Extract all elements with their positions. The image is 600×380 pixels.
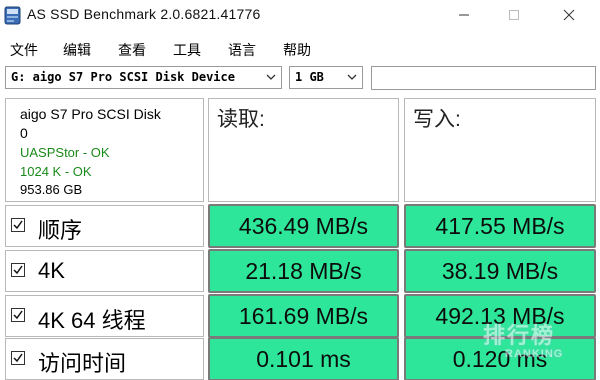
row-label: 4K 64 线程 bbox=[38, 308, 146, 333]
drive-model: aigo S7 Pro SCSI Disk bbox=[20, 106, 161, 122]
menu-tools[interactable]: 工具 bbox=[173, 40, 201, 60]
window-title: AS SSD Benchmark 2.0.6821.41776 bbox=[27, 6, 261, 22]
write-label: 写入: bbox=[413, 108, 461, 131]
toolbar-text-input[interactable] bbox=[371, 66, 596, 90]
row-seq: 顺序 bbox=[5, 205, 204, 247]
chevron-down-icon bbox=[266, 74, 276, 80]
row-access-time: 访问时间 bbox=[5, 338, 204, 380]
close-icon bbox=[563, 9, 575, 21]
menu-view[interactable]: 查看 bbox=[118, 40, 146, 60]
menu-edit[interactable]: 编辑 bbox=[63, 40, 91, 60]
row-label: 顺序 bbox=[38, 218, 83, 243]
drive-benchmark-icon bbox=[4, 6, 21, 25]
minimize-icon bbox=[459, 14, 469, 16]
menu-bar: 文件 编辑 查看 工具 语言 帮助 bbox=[0, 38, 600, 60]
seq-read-result: 436.49 MB/s bbox=[208, 204, 399, 248]
4k-write-result: 38.19 MB/s bbox=[404, 249, 596, 293]
watermark-sub: RANKING bbox=[505, 348, 564, 360]
read-column-header: 读取: bbox=[208, 98, 399, 202]
seq-write-result: 417.55 MB/s bbox=[404, 204, 596, 248]
access-read-result: 0.101 ms bbox=[208, 337, 399, 380]
test-size-value: 1 GB bbox=[295, 70, 324, 84]
maximize-icon bbox=[509, 10, 519, 20]
row-label: 访问时间 bbox=[38, 351, 127, 376]
menu-file[interactable]: 文件 bbox=[10, 40, 38, 60]
checkbox-checked-icon[interactable] bbox=[11, 263, 25, 277]
4k-read-result: 21.18 MB/s bbox=[208, 249, 399, 293]
drive-info-panel: aigo S7 Pro SCSI Disk 0 UASPStor - OK 10… bbox=[5, 98, 204, 202]
title-bar: AS SSD Benchmark 2.0.6821.41776 bbox=[0, 0, 600, 32]
maximize-button[interactable] bbox=[491, 0, 537, 30]
checkbox-checked-icon[interactable] bbox=[11, 308, 25, 322]
write-column-header: 写入: bbox=[404, 98, 596, 202]
checkbox-checked-icon[interactable] bbox=[11, 351, 25, 365]
watermark-main: 排行榜 bbox=[483, 323, 556, 348]
driver-status: UASPStor - OK bbox=[20, 145, 110, 160]
drive-capacity: 953.86 GB bbox=[20, 182, 83, 197]
chevron-down-icon bbox=[347, 74, 357, 80]
drive-index: 0 bbox=[20, 125, 28, 141]
read-label: 读取: bbox=[217, 108, 265, 131]
drive-select[interactable]: G: aigo S7 Pro SCSI Disk Device bbox=[5, 66, 282, 89]
row-4k: 4K bbox=[5, 250, 204, 292]
row-label: 4K bbox=[38, 258, 65, 283]
minimize-button[interactable] bbox=[441, 0, 487, 30]
row-4k64: 4K 64 线程 bbox=[5, 295, 204, 337]
watermark-logo: 排行榜 RANKING bbox=[475, 318, 585, 374]
close-button[interactable] bbox=[546, 0, 592, 30]
alignment-status: 1024 K - OK bbox=[20, 164, 92, 179]
drive-select-value: G: aigo S7 Pro SCSI Disk Device bbox=[11, 70, 235, 84]
test-size-select[interactable]: 1 GB bbox=[289, 66, 363, 89]
menu-language[interactable]: 语言 bbox=[228, 40, 256, 60]
menu-help[interactable]: 帮助 bbox=[283, 40, 311, 60]
4k64-read-result: 161.69 MB/s bbox=[208, 294, 399, 338]
checkbox-checked-icon[interactable] bbox=[11, 218, 25, 232]
